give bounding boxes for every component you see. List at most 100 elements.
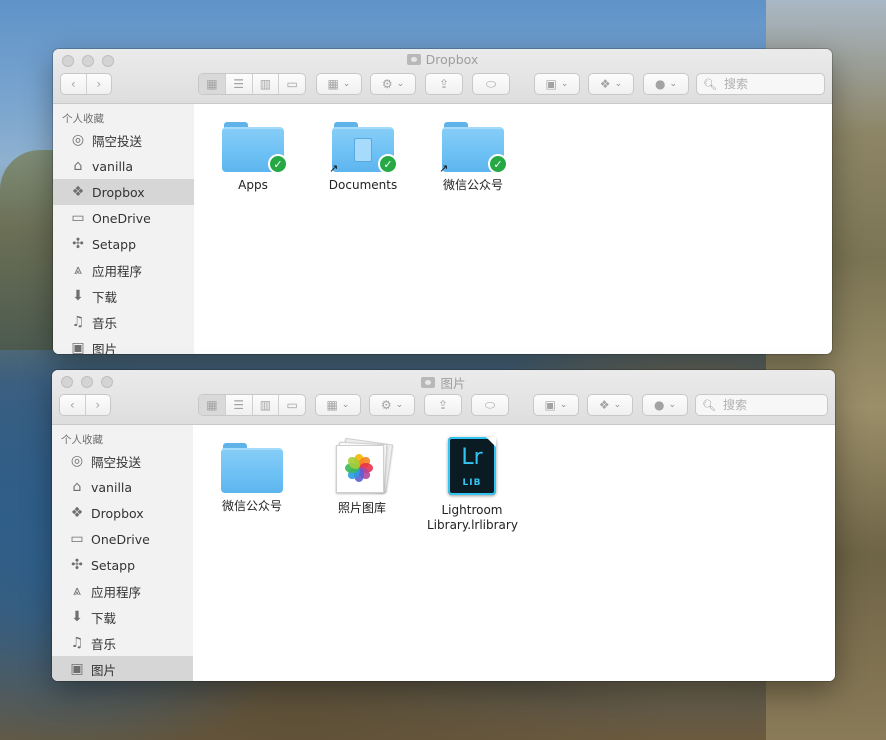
file-item[interactable]: 微信公众号 [197,441,307,514]
sidebar: 个人收藏 ◎ 隔空投送 ⌂ vanilla ❖ Dropbox ▭ OneDrive ✣… [53,104,195,354]
sidebar-item-onedrive[interactable]: ▭ OneDrive [52,526,193,552]
sidebar-item-label: 隔空投送 [91,454,142,470]
sidebar-item-label: OneDrive [92,210,151,226]
window-toolbar: Dropbox ‹ › ▦ ☰ ▥ ▭ ▦ ⌄ ⚙ ⌄ ⇪ ⬭ ▣ ⌄ ❖ ⌄ ● ⌄ 🔍… [53,49,832,104]
dropbox-menu-button[interactable]: ❖ ⌄ [587,394,633,416]
file-item[interactable]: 照片图库 [307,437,417,516]
extension-menu-button[interactable]: ● ⌄ [643,73,689,95]
gear-icon: ⚙ [380,398,392,412]
group-by-button[interactable]: ▦ ⌄ [315,394,361,416]
applications-icon: ⩓ [73,583,81,599]
icon-view-button[interactable]: ▦ [199,74,226,94]
finder-window-pictures[interactable]: 图片 ‹ › ▦ ☰ ▥ ▭ ▦⌄ ⚙⌄ ⇪ ⬭ ▣⌄ ❖⌄ ●⌄ 🔍︎ 个人收… [52,370,835,681]
extension-menu-button[interactable]: ● ⌄ [642,394,688,416]
download-icon: ⬇ [72,288,84,304]
chevron-down-icon: ⌄ [395,400,404,410]
group-by-button[interactable]: ▦ ⌄ [316,73,362,95]
back-button[interactable]: ‹ [61,74,87,94]
list-view-button[interactable]: ☰ [226,74,253,94]
sidebar-item-airdrop[interactable]: ◎ 隔空投送 [52,448,193,474]
lightroom-icon-text: Lr [461,445,483,470]
back-button[interactable]: ‹ [60,395,86,415]
tag-icon: ⬭ [485,76,497,91]
tags-button[interactable]: ⬭ [472,73,510,95]
chevron-down-icon: ⌄ [614,79,623,89]
sidebar-item-dropbox[interactable]: ❖ Dropbox [53,179,194,205]
file-item[interactable]: ↗ ✓ 微信公众号 [418,120,528,193]
sidebar-item-label: 图片 [91,662,117,678]
sidebar-item-applications[interactable]: ⩓ 应用程序 [52,578,193,604]
file-name: 照片图库 [337,501,386,515]
folder-icon: ✓ [222,120,288,174]
sidebar-item-label: OneDrive [91,531,150,547]
dropbox-folder-icon [406,54,421,65]
sidebar-item-downloads[interactable]: ⬇ 下载 [53,283,194,309]
archive-icon: ▣ [545,77,557,91]
forward-button[interactable]: › [86,395,111,415]
dropbox-icon: ❖ [598,398,610,412]
file-name: 微信公众号 [442,178,503,192]
tags-button[interactable]: ⬭ [471,394,509,416]
dropbox-icon: ❖ [599,77,611,91]
sidebar-item-airdrop[interactable]: ◎ 隔空投送 [53,127,194,153]
sidebar-section-favorites: 个人收藏 [62,113,104,125]
archive-button[interactable]: ▣ ⌄ [534,73,580,95]
column-view-button[interactable]: ▥ [253,74,280,94]
sidebar-item-dropbox[interactable]: ❖ Dropbox [52,500,193,526]
documents-folder-icon: ↗ ✓ [329,120,398,175]
file-item[interactable]: ✓ Apps [198,120,308,193]
music-icon: ♫ [71,314,85,330]
folder-icon: ▭ [70,531,84,547]
window-toolbar: 图片 ‹ › ▦ ☰ ▥ ▭ ▦ ⌄ ⚙ ⌄ ⇪ ⬭ ▣ ⌄ ❖ ⌄ ● ⌄ 🔍︎ [52,370,835,425]
alias-arrow-icon: ↗ [329,162,339,175]
file-browser: 微信公众号 照片图库 Lr LIB Lightroom Library.lrli… [193,425,835,681]
search-input[interactable] [721,76,806,92]
sidebar-item-pictures[interactable]: ▣ 图片 [52,656,193,681]
sidebar-item-label: Setapp [91,557,136,573]
sidebar-item-onedrive[interactable]: ▭ OneDrive [53,205,194,231]
sidebar-item-music[interactable]: ♫ 音乐 [53,309,194,335]
sidebar-item-label: 音乐 [91,636,117,652]
acorn-icon: ● [653,398,665,412]
sidebar-item-home[interactable]: ⌂ vanilla [52,474,193,500]
gallery-view-button[interactable]: ▭ [279,74,305,94]
archive-button[interactable]: ▣ ⌄ [533,394,579,416]
chevron-down-icon: ⌄ [341,400,350,410]
sidebar-item-setapp[interactable]: ✣ Setapp [53,231,194,257]
dropbox-menu-button[interactable]: ❖ ⌄ [588,73,634,95]
finder-window-dropbox[interactable]: Dropbox ‹ › ▦ ☰ ▥ ▭ ▦ ⌄ ⚙ ⌄ ⇪ ⬭ ▣ ⌄ ❖ ⌄ ● ⌄ 🔍… [53,49,832,354]
chevron-down-icon: ⌄ [669,79,678,89]
alias-arrow-icon: ↗ [439,162,449,175]
share-icon: ⇪ [437,398,449,412]
document-icon [354,138,372,162]
sidebar-item-downloads[interactable]: ⬇ 下载 [52,604,193,630]
home-icon: ⌂ [73,158,83,174]
file-name: Documents [328,178,398,192]
action-menu-button[interactable]: ⚙ ⌄ [370,73,416,95]
search-field[interactable]: 🔍︎ [695,394,828,416]
share-icon: ⇪ [438,77,450,91]
icon-view-button[interactable]: ▦ [199,395,226,415]
search-field[interactable]: 🔍︎ [696,73,825,95]
sidebar-item-pictures[interactable]: ▣ 图片 [53,335,194,354]
sidebar-item-label: vanilla [91,479,133,495]
search-input[interactable] [720,397,805,413]
sidebar-section-favorites: 个人收藏 [61,434,103,446]
lightroom-icon-subtext: LIB [462,478,482,488]
file-item[interactable]: ↗ ✓ Documents [308,120,418,193]
download-icon: ⬇ [71,609,83,625]
sidebar-item-music[interactable]: ♫ 音乐 [52,630,193,656]
sidebar-item-setapp[interactable]: ✣ Setapp [52,552,193,578]
share-button[interactable]: ⇪ [424,394,462,416]
action-menu-button[interactable]: ⚙ ⌄ [369,394,415,416]
gallery-view-button[interactable]: ▭ [279,395,305,415]
forward-button[interactable]: › [87,74,112,94]
file-item[interactable]: Lr LIB Lightroom Library.lrlibrary [417,437,527,533]
sidebar-item-applications[interactable]: ⩓ 应用程序 [53,257,194,283]
list-view-button[interactable]: ☰ [226,395,253,415]
chevron-down-icon: ⌄ [342,79,351,89]
sidebar-item-home[interactable]: ⌂ vanilla [53,153,194,179]
share-button[interactable]: ⇪ [425,73,463,95]
tag-icon: ⬭ [484,397,496,412]
column-view-button[interactable]: ▥ [253,395,280,415]
